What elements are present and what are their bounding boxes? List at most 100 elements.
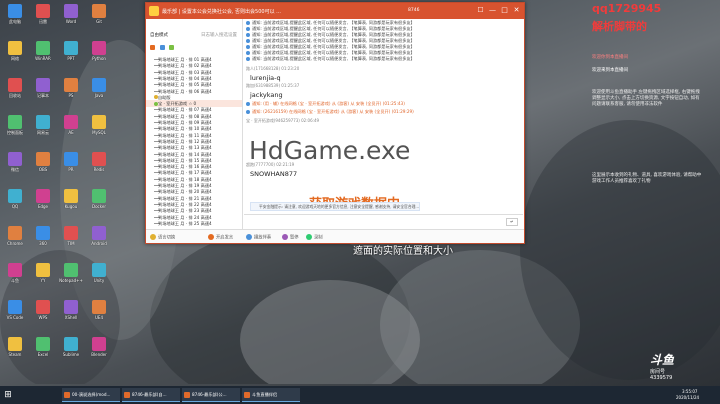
desktop-icon[interactable]: UE4	[86, 300, 112, 330]
desktop-icon[interactable]: Steam	[2, 337, 28, 367]
taskbar-app[interactable]: 8746-最乐部(自...	[122, 388, 180, 402]
desktop-icon[interactable]: Python	[86, 41, 112, 71]
close-button[interactable]: ✕	[512, 6, 521, 15]
desktop-icon[interactable]: OBS	[30, 152, 56, 182]
desktop-icon[interactable]: 斗鱼	[2, 263, 28, 293]
desktop-icon[interactable]: 控制面板	[2, 115, 28, 145]
desktop-icon[interactable]: Notepad++	[58, 263, 84, 293]
desktop-icon-label: Notepad++	[59, 278, 83, 283]
desktop-icon[interactable]: WinRAR	[30, 41, 56, 71]
desktop-icon[interactable]: Blender	[86, 337, 112, 367]
desktop-icon-label: Kugou	[64, 204, 78, 209]
desktop-icon[interactable]: 360	[30, 226, 56, 256]
desktop-icon[interactable]: 回收站	[2, 78, 28, 108]
desktop-icon-label: 网易云	[37, 130, 49, 135]
desktop-icon[interactable]: WPS	[30, 300, 56, 330]
desktop-icon-label: 迅雷	[39, 19, 47, 24]
toolbar-item-accompany[interactable]: 播放伴奏	[246, 234, 271, 241]
skin-button[interactable]: ☐	[476, 6, 485, 15]
desktop-icon[interactable]: Docker	[86, 189, 112, 219]
desktop-icon[interactable]: Git	[86, 4, 112, 34]
info-icon	[246, 27, 250, 31]
desktop-icon[interactable]: PPT	[58, 41, 84, 71]
minimize-button[interactable]: —	[488, 6, 497, 15]
alert-banner[interactable]: 平安金融提示: 请注意, 欢迎游戏天地的更多官方信息, 注意安全提醒, 感谢支持…	[250, 202, 420, 211]
app-icon	[8, 226, 22, 240]
desktop-icon[interactable]: Kugou	[58, 189, 84, 219]
desktop-icon[interactable]: Unity	[86, 263, 112, 293]
desktop-icon[interactable]: 记事本	[30, 78, 56, 108]
taskbar-app[interactable]: 8746-最乐部(公...	[182, 388, 240, 402]
app-icon	[36, 226, 50, 240]
message-meta: 路加(631988539) 01:25:37	[246, 83, 300, 88]
app-icon	[8, 152, 22, 166]
app-icon	[92, 189, 106, 203]
overlay-subtitle: 解析脚带的	[592, 20, 647, 33]
desktop-icon[interactable]: Redis	[86, 152, 112, 182]
tool-icon[interactable]	[159, 45, 165, 50]
desktop-icon[interactable]: 迅雷	[30, 4, 56, 34]
app-icon	[36, 152, 50, 166]
desktop-icon[interactable]: PR	[58, 152, 84, 182]
app-icon	[92, 115, 106, 129]
start-button[interactable]: ⊞	[2, 389, 14, 401]
list-item[interactable]: 到场地球王 月 · 排 25 高速4	[146, 220, 242, 227]
desktop-icon[interactable]: Word	[58, 4, 84, 34]
app-icon	[64, 226, 78, 240]
desktop-icon[interactable]: Java	[86, 78, 112, 108]
clock-time[interactable]: 3:55:07	[682, 389, 697, 394]
toolbar-item-pause[interactable]: 暂停	[282, 234, 299, 241]
tool-icon[interactable]	[169, 45, 175, 50]
app-icon	[64, 189, 78, 203]
info-icon	[246, 33, 250, 37]
desktop-icon[interactable]: XShell	[58, 300, 84, 330]
chat-panel: 通知: 当前游戏区域,提醒此区域, 任何可以随便发言, 【笔算表, 同游都是玩家…	[244, 19, 523, 213]
window-title: 最乐部 | 设置本公会兑换社公会, 否则出会500可以 ...	[162, 9, 281, 15]
bottom-toolbar: 语言切换 开启发言 播放伴奏 暂停 录制	[146, 229, 524, 243]
tool-icon[interactable]	[150, 45, 155, 50]
app-icon	[8, 41, 22, 55]
desktop-icon-label: Redis	[93, 167, 105, 172]
desktop-icon[interactable]: Edge	[30, 189, 56, 219]
info-icon	[246, 21, 250, 25]
app-icon	[36, 189, 50, 203]
app-icon	[36, 263, 50, 277]
chat-input[interactable]: ↵	[244, 214, 523, 229]
desktop-icon-label: Steam	[8, 352, 22, 357]
desktop-icon[interactable]: QQ	[2, 189, 28, 219]
app-icon	[64, 115, 78, 129]
desktop-icon[interactable]: MySQL	[86, 115, 112, 145]
desktop-icon[interactable]: 网易云	[30, 115, 56, 145]
list-header-right[interactable]: 日志输入搜选设置	[201, 32, 237, 38]
desktop-icon-label: 斗鱼	[11, 278, 19, 283]
desktop-icon[interactable]: 微信	[2, 152, 28, 182]
app-icon	[36, 41, 50, 55]
desktop-icon[interactable]: TIM	[58, 226, 84, 256]
desktop-icon[interactable]: 此电脑	[2, 4, 28, 34]
desktop-icon[interactable]: Excel	[30, 337, 56, 367]
desktop-icon[interactable]: Sublime	[58, 337, 84, 367]
taskbar-app[interactable]: 00-演说选择(mod...	[62, 388, 120, 402]
app-icon	[36, 115, 50, 129]
desktop-icon[interactable]: AE	[58, 115, 84, 145]
app-icon	[92, 300, 106, 314]
app-icon	[64, 263, 78, 277]
toolbar-item-record[interactable]: 录制	[306, 234, 323, 241]
clock-date[interactable]: 2020/11/24	[676, 395, 699, 400]
overlay-line2: 欢迎来到本直播间	[592, 68, 628, 73]
maximize-button[interactable]: □	[500, 6, 509, 15]
desktop-icon-label: AE	[68, 130, 74, 135]
toolbar-item-speak[interactable]: 开启发言	[208, 234, 233, 241]
overlay-title: qq1729945	[592, 2, 662, 15]
desktop-icon[interactable]: Android	[86, 226, 112, 256]
desktop-icon[interactable]: Chrome	[2, 226, 28, 256]
send-button[interactable]: ↵	[506, 218, 518, 226]
desktop-icon[interactable]: 网络	[2, 41, 28, 71]
toolbar-item-lang[interactable]: 语言切换	[150, 234, 175, 241]
desktop-icon[interactable]: VS Code	[2, 300, 28, 330]
taskbar-app[interactable]: 斗鱼直播伴侣	[242, 388, 300, 402]
system-message: 通知: (26216159) 在线网格 (宝 · 室开拓游戏) 从 (游客) 从…	[246, 109, 414, 115]
app-icon	[92, 226, 106, 240]
desktop-icon[interactable]: YY	[30, 263, 56, 293]
desktop-icon[interactable]: PS	[58, 78, 84, 108]
